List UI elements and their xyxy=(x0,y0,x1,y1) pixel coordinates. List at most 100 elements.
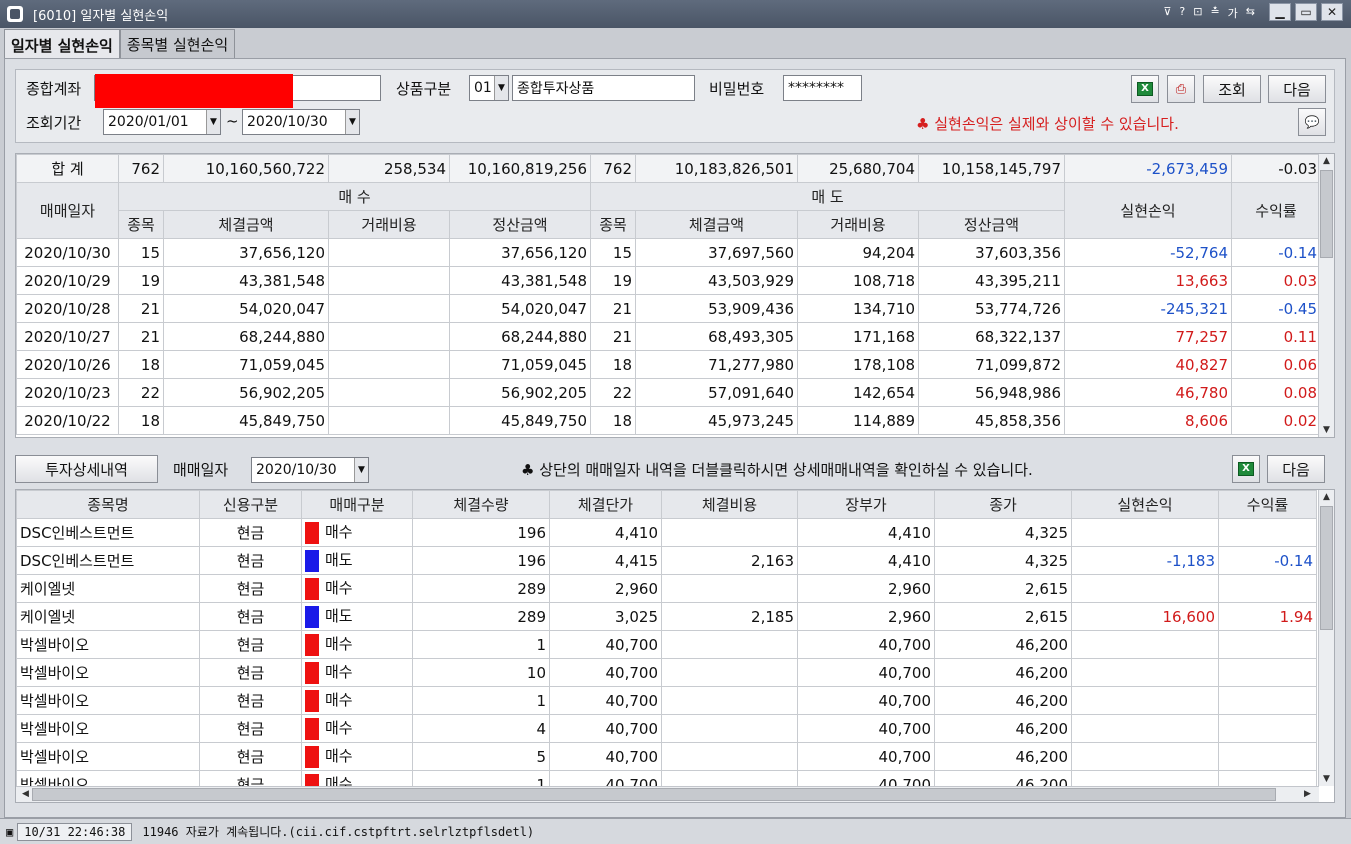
col-rate[interactable]: 수익률 xyxy=(1231,182,1321,239)
scroll-down-icon[interactable]: ▼ xyxy=(1319,772,1334,786)
account-input[interactable] xyxy=(94,74,381,108)
col-price[interactable]: 체결단가 xyxy=(549,490,662,519)
side-label: 매수 xyxy=(325,523,353,542)
detail-vertical-scrollbar[interactable]: ▲ ▼ xyxy=(1318,490,1334,786)
cell-pnl: 40,827 xyxy=(1064,350,1232,379)
buy-marker-icon xyxy=(305,577,319,600)
message-button[interactable]: 💬 xyxy=(1298,108,1326,136)
calendar-dropdown-icon[interactable]: ▼ xyxy=(354,458,368,482)
table-row[interactable]: 박셀바이오 현금 매수 1 40,700 40,700 46,200 xyxy=(16,686,1317,715)
table-row[interactable]: 박셀바이오 현금 매수 1 40,700 40,700 46,200 xyxy=(16,630,1317,659)
col-credit-type[interactable]: 신용구분 xyxy=(199,490,302,519)
close-icon[interactable]: ✕ xyxy=(1321,3,1343,21)
cell-rate: 0.11 xyxy=(1231,322,1321,351)
daily-pnl-table: 합 계 762 10,160,560,722 258,534 10,160,81… xyxy=(16,154,1321,435)
scroll-down-icon[interactable]: ▼ xyxy=(1319,423,1334,437)
calendar-dropdown-icon[interactable]: ▼ xyxy=(206,110,220,134)
col-close-price[interactable]: 종가 xyxy=(934,490,1072,519)
cell-date: 2020/10/28 xyxy=(16,294,119,323)
minimize-icon[interactable]: ▁ xyxy=(1269,3,1291,21)
link-icon[interactable]: ⇆ xyxy=(1246,5,1255,21)
cell-close: 46,200 xyxy=(934,658,1072,687)
cell-book: 2,960 xyxy=(797,602,935,631)
cell-book: 40,700 xyxy=(797,714,935,743)
col-sell-fee[interactable]: 거래비용 xyxy=(797,210,919,239)
hscroll-thumb[interactable] xyxy=(32,788,1276,801)
product-label: 상품구분 xyxy=(396,80,452,98)
table-row[interactable]: 2020/10/23 22 56,902,205 56,902,205 22 57,091… xyxy=(16,378,1321,407)
screen-icon[interactable]: ⊡ xyxy=(1193,5,1202,21)
scroll-up-icon[interactable]: ▲ xyxy=(1319,490,1334,504)
table-row[interactable]: DSC인베스트먼트 현금 매도 196 4,415 2,163 4,410 4,325 -1,1… xyxy=(16,546,1317,575)
scroll-thumb[interactable] xyxy=(1320,170,1333,258)
status-icon[interactable]: ▣ xyxy=(6,825,13,839)
detail-next-button[interactable]: 다음 xyxy=(1267,455,1325,483)
scroll-thumb[interactable] xyxy=(1320,506,1333,630)
help-icon[interactable]: ? xyxy=(1179,5,1185,21)
trade-date-input[interactable]: 2020/10/30 ▼ xyxy=(251,457,369,483)
col-stock-name[interactable]: 종목명 xyxy=(16,490,200,519)
print-button[interactable]: ⎙ xyxy=(1167,75,1195,103)
detail-horizontal-scrollbar[interactable]: ◀ ▶ xyxy=(16,786,1319,802)
table-row[interactable]: 2020/10/29 19 43,381,548 43,381,548 19 43,503… xyxy=(16,266,1321,295)
col-book-value[interactable]: 장부가 xyxy=(797,490,935,519)
col-buy-settle[interactable]: 정산금액 xyxy=(449,210,591,239)
summary-label: 합 계 xyxy=(16,154,119,183)
investment-detail-button[interactable]: 투자상세내역 xyxy=(15,455,158,483)
cell-pnl xyxy=(1071,630,1219,659)
scroll-up-icon[interactable]: ▲ xyxy=(1319,154,1334,168)
table-row[interactable]: 박셀바이오 현금 매수 4 40,700 40,700 46,200 xyxy=(16,714,1317,743)
col-date[interactable]: 매매일자 xyxy=(16,182,119,239)
buy-marker-icon xyxy=(305,661,319,684)
filter-icon[interactable]: ⊽ xyxy=(1163,5,1171,21)
table-row[interactable]: 2020/10/28 21 54,020,047 54,020,047 21 53,909… xyxy=(16,294,1321,323)
table-row[interactable]: 2020/10/26 18 71,059,045 71,059,045 18 71,277… xyxy=(16,350,1321,379)
cell-sfee: 171,168 xyxy=(797,322,919,351)
date-from-input[interactable]: 2020/01/01 ▼ xyxy=(103,109,221,135)
password-input[interactable]: ******** xyxy=(783,75,862,101)
col-return-rate[interactable]: 수익률 xyxy=(1218,490,1317,519)
cell-name: 박셀바이오 xyxy=(16,630,200,659)
calendar-dropdown-icon[interactable]: ▼ xyxy=(345,110,359,134)
table-row[interactable]: 케이엘넷 현금 매도 289 3,025 2,185 2,960 2,615 16,600 1.9… xyxy=(16,602,1317,631)
excel-export-button[interactable]: X xyxy=(1131,75,1159,103)
sell-marker-icon xyxy=(305,549,319,572)
cell-bamt: 71,059,045 xyxy=(163,350,329,379)
chevron-down-icon[interactable]: ▼ xyxy=(494,76,508,100)
font-size-icon[interactable]: 가 xyxy=(1228,5,1238,21)
col-quantity[interactable]: 체결수량 xyxy=(412,490,550,519)
col-buy-fee[interactable]: 거래비용 xyxy=(328,210,450,239)
trade-date-label: 매매일자 xyxy=(173,461,229,479)
settings-icon[interactable]: ≛ xyxy=(1210,5,1219,21)
col-trade-type[interactable]: 매매구분 xyxy=(301,490,413,519)
scroll-left-icon[interactable]: ◀ xyxy=(18,787,33,801)
col-cost[interactable]: 체결비용 xyxy=(661,490,798,519)
table-row[interactable]: 케이엘넷 현금 매수 289 2,960 2,960 2,615 xyxy=(16,574,1317,603)
product-code-select[interactable]: 01 ▼ xyxy=(469,75,509,101)
excel-export-button-2[interactable]: X xyxy=(1232,455,1260,483)
col-sell-settle[interactable]: 정산금액 xyxy=(918,210,1065,239)
tab-stock-pnl[interactable]: 종목별 실현손익 xyxy=(119,29,236,59)
scroll-right-icon[interactable]: ▶ xyxy=(1300,787,1315,801)
maximize-icon[interactable]: ▭ xyxy=(1295,3,1317,21)
table-row[interactable]: 박셀바이오 현금 매수 5 40,700 40,700 46,200 xyxy=(16,742,1317,771)
summary-row[interactable]: 합 계 762 10,160,560,722 258,534 10,160,81… xyxy=(16,154,1321,183)
next-button[interactable]: 다음 xyxy=(1268,75,1326,103)
daily-vertical-scrollbar[interactable]: ▲ ▼ xyxy=(1318,154,1334,437)
col-buy-amount[interactable]: 체결금액 xyxy=(163,210,329,239)
cell-close: 4,325 xyxy=(934,546,1072,575)
col-pnl[interactable]: 실현손익 xyxy=(1064,182,1232,239)
table-row[interactable]: 2020/10/27 21 68,244,880 68,244,880 21 68,493… xyxy=(16,322,1321,351)
table-row[interactable]: 박셀바이오 현금 매수 10 40,700 40,700 46,200 xyxy=(16,658,1317,687)
date-to-input[interactable]: 2020/10/30 ▼ xyxy=(242,109,360,135)
table-row[interactable]: 2020/10/30 15 37,656,120 37,656,120 15 37,697… xyxy=(16,238,1321,267)
query-button[interactable]: 조회 xyxy=(1203,75,1261,103)
col-sell-amount[interactable]: 체결금액 xyxy=(635,210,798,239)
cell-scnt: 18 xyxy=(590,350,636,379)
col-sell-count[interactable]: 종목 xyxy=(590,210,636,239)
table-row[interactable]: DSC인베스트먼트 현금 매수 196 4,410 4,410 4,325 xyxy=(16,518,1317,547)
col-buy-count[interactable]: 종목 xyxy=(118,210,164,239)
col-realized-pnl[interactable]: 실현손익 xyxy=(1071,490,1219,519)
tab-daily-pnl[interactable]: 일자별 실현손익 xyxy=(4,29,120,60)
table-row[interactable]: 2020/10/22 18 45,849,750 45,849,750 18 45,973… xyxy=(16,406,1321,435)
